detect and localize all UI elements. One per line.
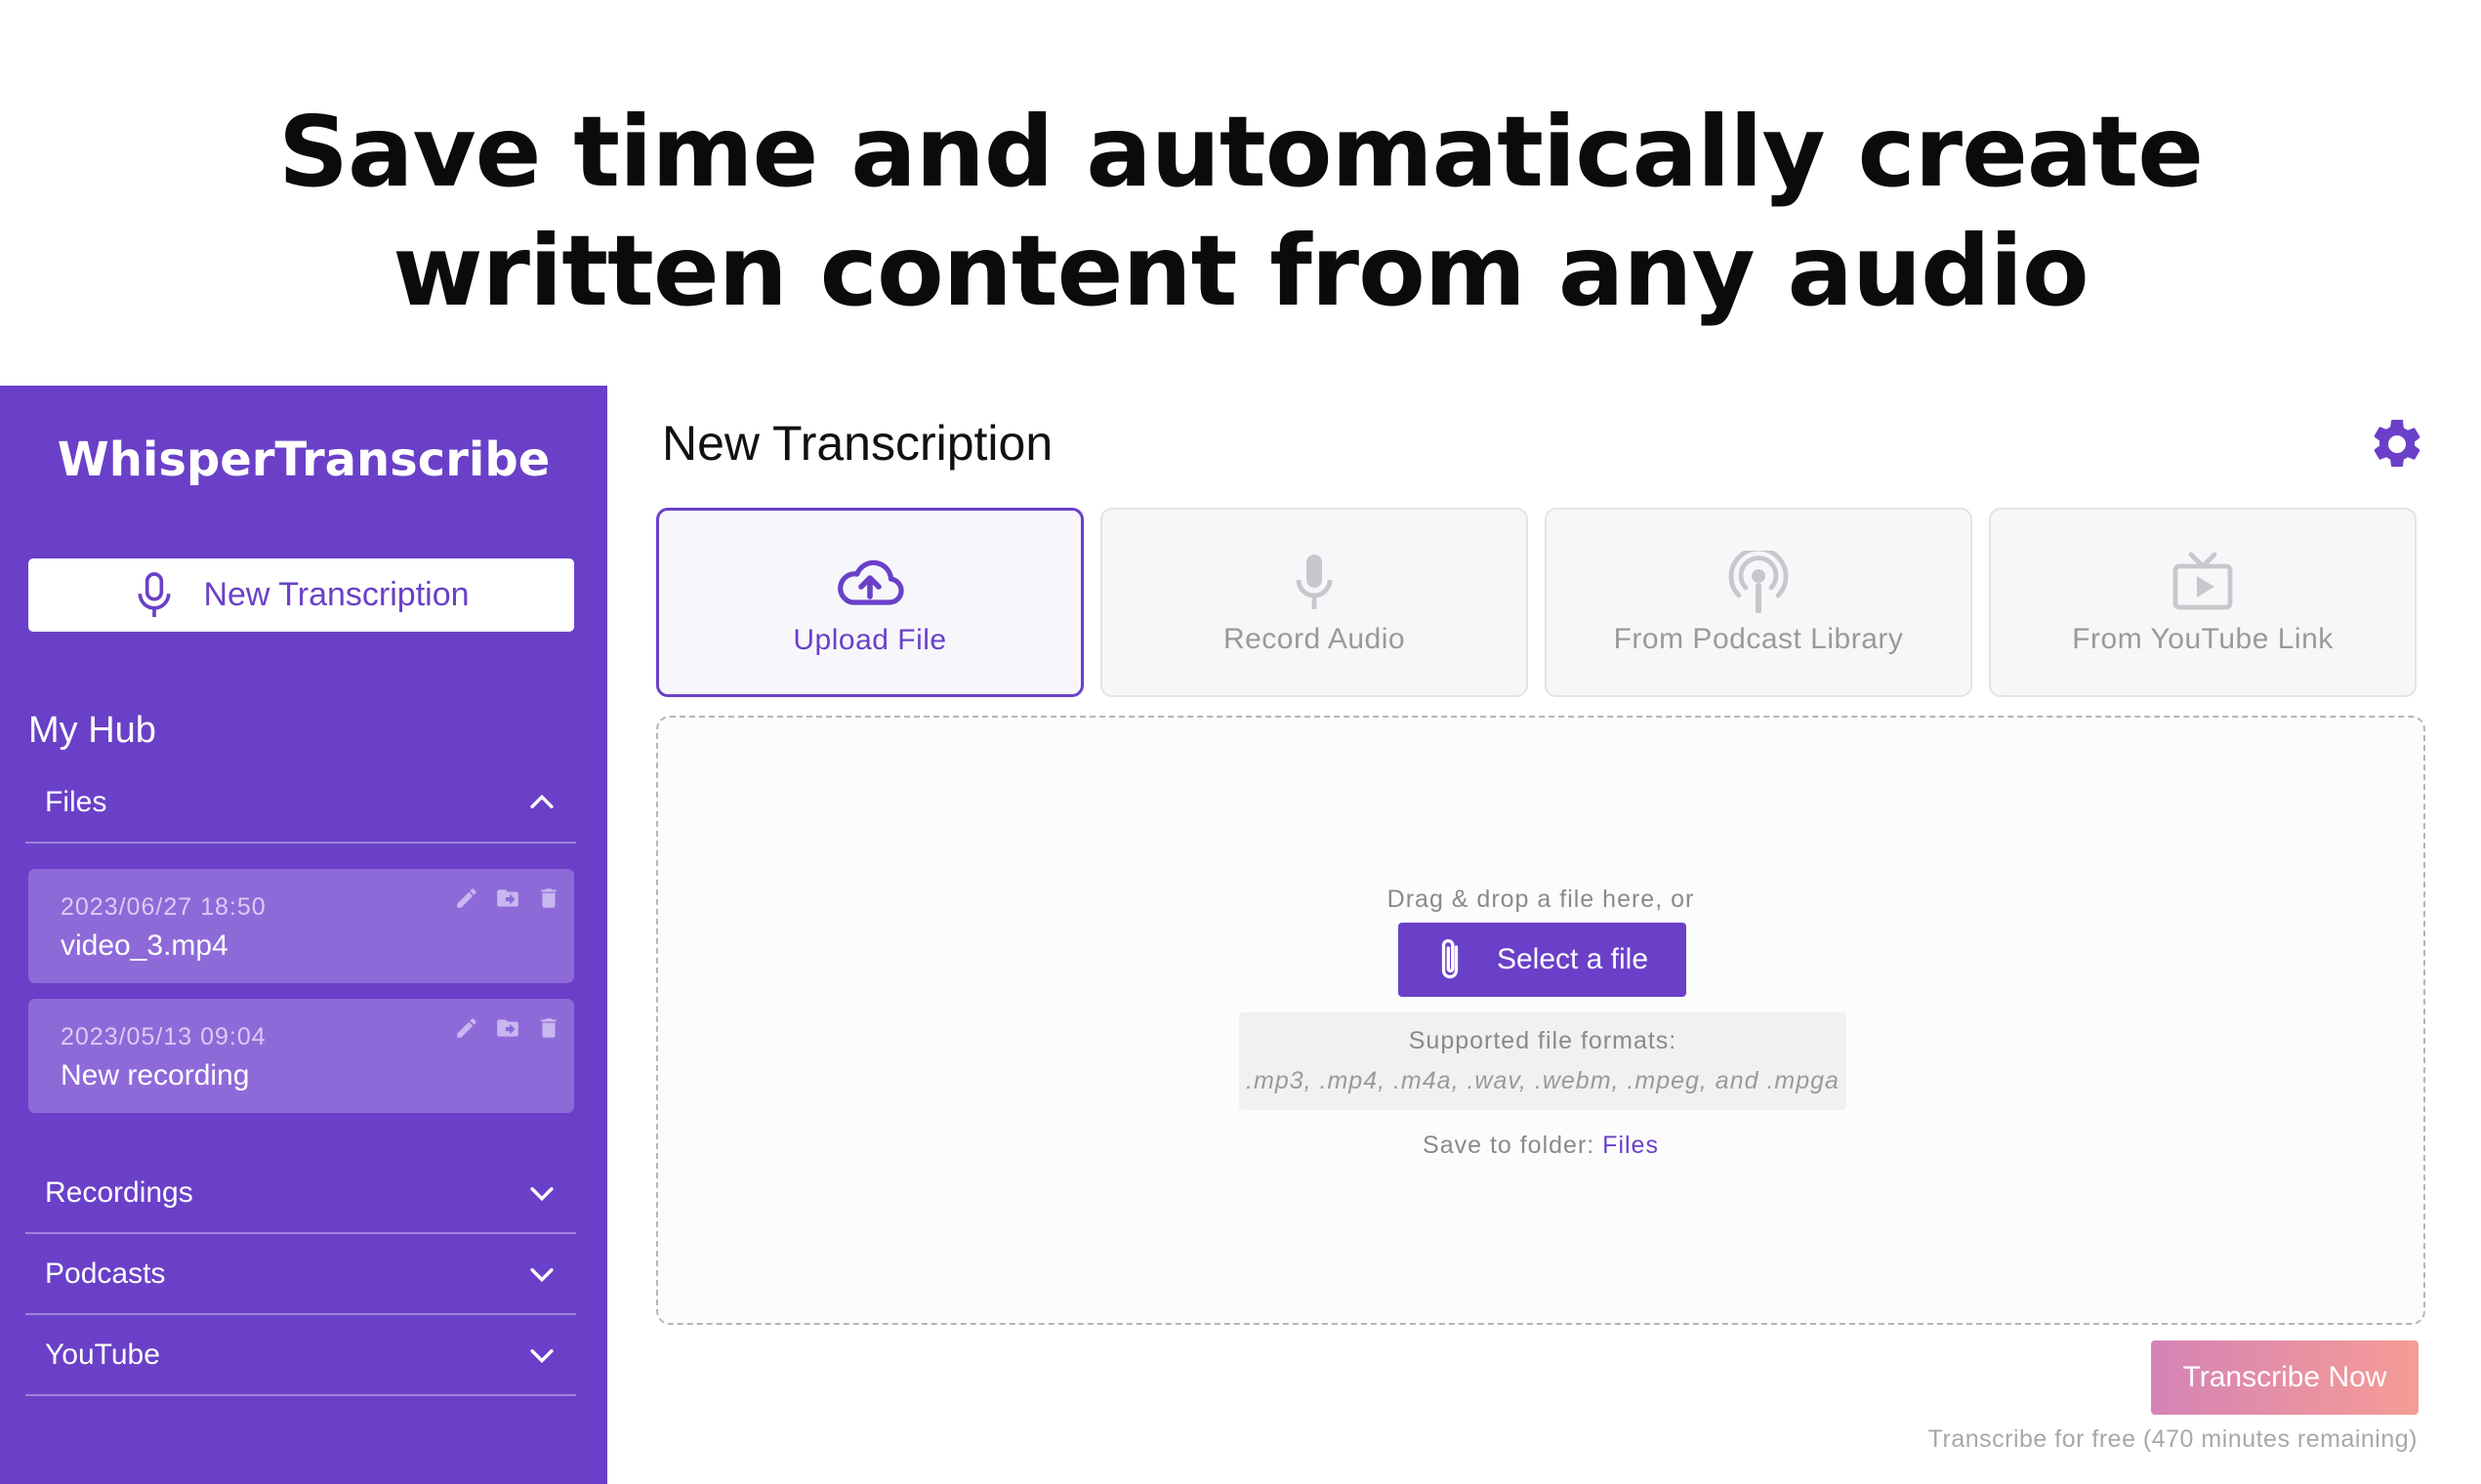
edit-icon[interactable] xyxy=(451,1012,482,1044)
formats-list: .mp3, .mp4, .m4a, .wav, .webm, .mpeg, an… xyxy=(1246,1067,1840,1094)
tab-label: Upload File xyxy=(793,624,947,656)
file-actions xyxy=(451,883,564,914)
new-transcription-label: New Transcription xyxy=(203,576,470,613)
tv-play-icon xyxy=(2172,552,2233,610)
tab-label: From Podcast Library xyxy=(1613,623,1904,655)
tab-upload-file[interactable]: Upload File xyxy=(656,508,1084,697)
chevron-up-icon xyxy=(530,794,554,808)
hero-line-1: Save time and automatically create xyxy=(277,95,2204,209)
file-actions xyxy=(451,1012,564,1044)
file-name: New recording xyxy=(61,1059,250,1092)
free-minutes-note: Transcribe for free (470 minutes remaini… xyxy=(1927,1425,2418,1453)
section-label: Files xyxy=(45,786,107,818)
move-folder-icon[interactable] xyxy=(492,883,523,914)
section-files[interactable]: Files xyxy=(25,763,576,844)
app-root: Save time and automatically create writt… xyxy=(0,0,2481,1484)
delete-icon[interactable] xyxy=(533,1012,564,1044)
chevron-down-icon xyxy=(530,1349,554,1364)
file-item[interactable]: 2023/05/13 09:04 New recording xyxy=(28,999,574,1113)
section-label: Podcasts xyxy=(45,1257,166,1290)
sidebar: WhisperTranscribe New Transcription My H… xyxy=(0,386,607,1484)
section-label: Recordings xyxy=(45,1176,193,1209)
chevron-down-icon xyxy=(530,1268,554,1283)
edit-icon[interactable] xyxy=(451,883,482,914)
section-podcasts[interactable]: Podcasts xyxy=(25,1235,576,1315)
folder-link[interactable]: Files xyxy=(1602,1132,1659,1159)
save-to-prefix: Save to folder: xyxy=(1423,1132,1603,1159)
my-hub-title: My Hub xyxy=(28,710,156,751)
page-title: New Transcription xyxy=(662,416,1054,471)
section-youtube[interactable]: YouTube xyxy=(25,1316,576,1396)
new-transcription-button[interactable]: New Transcription xyxy=(28,558,574,632)
gear-icon[interactable] xyxy=(2368,415,2426,474)
chevron-down-icon xyxy=(530,1187,554,1202)
delete-icon[interactable] xyxy=(533,883,564,914)
select-file-button[interactable]: Select a file xyxy=(1398,923,1686,997)
hero-headline: Save time and automatically create writt… xyxy=(0,93,2481,331)
tab-label: From YouTube Link xyxy=(2072,623,2334,655)
select-file-label: Select a file xyxy=(1496,943,1649,975)
file-name: video_3.mp4 xyxy=(61,929,228,962)
microphone-icon xyxy=(138,571,171,617)
tab-record-audio[interactable]: Record Audio xyxy=(1100,508,1528,697)
hero-line-2: written content from any audio xyxy=(393,214,2088,328)
podcast-icon xyxy=(1728,551,1789,613)
file-item[interactable]: 2023/06/27 18:50 video_3.mp4 xyxy=(28,869,574,983)
tab-podcast-library[interactable]: From Podcast Library xyxy=(1545,508,1972,697)
file-dropzone[interactable]: Drag & drop a file here, or Select a fil… xyxy=(656,716,2425,1325)
section-recordings[interactable]: Recordings xyxy=(25,1154,576,1234)
cloud-upload-icon xyxy=(838,559,904,605)
tab-label: Record Audio xyxy=(1222,623,1406,655)
file-date: 2023/06/27 18:50 xyxy=(61,893,267,921)
drag-drop-hint: Drag & drop a file here, or xyxy=(1386,886,1695,913)
tab-youtube-link[interactable]: From YouTube Link xyxy=(1989,508,2417,697)
section-label: YouTube xyxy=(45,1339,160,1371)
microphone-icon xyxy=(1296,555,1333,609)
file-date: 2023/05/13 09:04 xyxy=(61,1023,267,1051)
move-folder-icon[interactable] xyxy=(492,1012,523,1044)
supported-formats: Supported file formats: .mp3, .mp4, .m4a… xyxy=(1239,1012,1846,1110)
brand-logo: WhisperTranscribe xyxy=(57,433,551,487)
save-to-folder: Save to folder: Files xyxy=(658,1132,2423,1160)
transcribe-now-button[interactable]: Transcribe Now xyxy=(2151,1340,2419,1415)
formats-title: Supported file formats: xyxy=(1408,1027,1677,1054)
paperclip-icon xyxy=(1441,939,1459,979)
